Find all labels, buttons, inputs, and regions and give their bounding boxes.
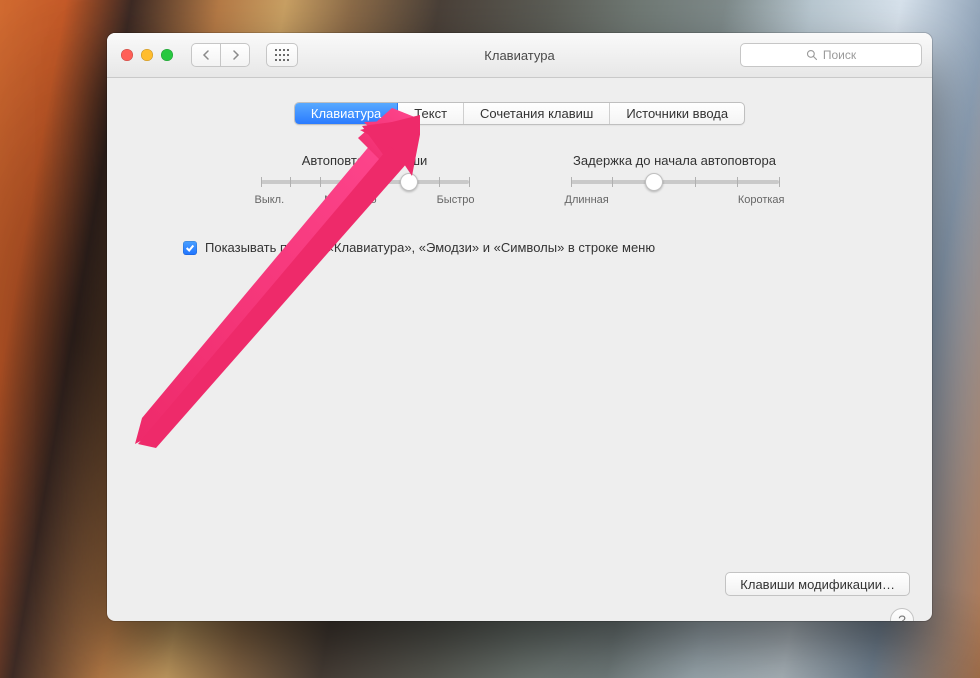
key-repeat-mid: Медленно [324,194,376,206]
slider-knob[interactable] [645,173,663,191]
help-icon: ? [898,612,906,621]
titlebar: Клавиатура Поиск [107,33,932,78]
tab-text[interactable]: Текст [398,103,464,124]
tab-keyboard[interactable]: Клавиатура [295,103,398,124]
key-repeat-slider[interactable] [261,180,469,184]
nav-buttons [191,43,250,67]
chevron-right-icon [231,50,240,60]
search-icon [806,49,818,61]
window-content: Клавиатура Текст Сочетания клавиш Источн… [107,102,932,621]
key-repeat-min: Выкл. [255,194,285,206]
chevron-left-icon [202,50,211,60]
search-input[interactable]: Поиск [740,43,922,67]
slider-knob[interactable] [400,173,418,191]
modifier-keys-button[interactable]: Клавиши модификации… [725,572,910,596]
forward-button[interactable] [220,43,250,67]
tab-bar: Клавиатура Текст Сочетания клавиш Источн… [107,102,932,125]
show-panels-label: Показывать панели «Клавиатура», «Эмодзи»… [205,240,655,255]
zoom-icon[interactable] [161,49,173,61]
sliders-row: Автоповтор клавиши Выкл. Медленно Быстро… [107,153,932,206]
key-repeat-label: Автоповтор клавиши [255,153,475,168]
desktop-wallpaper: Клавиатура Поиск Клавиатура Текст Сочета… [0,0,980,678]
tab-shortcuts[interactable]: Сочетания клавиш [464,103,610,124]
preferences-window: Клавиатура Поиск Клавиатура Текст Сочета… [107,33,932,621]
delay-slider[interactable] [571,180,779,184]
search-placeholder: Поиск [823,48,856,62]
delay-label: Задержка до начала автоповтора [565,153,785,168]
tab-input-sources[interactable]: Источники ввода [610,103,744,124]
checkmark-icon [185,243,195,253]
show-panels-row: Показывать панели «Клавиатура», «Эмодзи»… [183,240,932,255]
delay-min: Длинная [565,194,609,206]
delay-group: Задержка до начала автоповтора Длинная К… [565,153,785,206]
back-button[interactable] [191,43,220,67]
key-repeat-max: Быстро [437,194,475,206]
key-repeat-group: Автоповтор клавиши Выкл. Медленно Быстро [255,153,475,206]
delay-max: Короткая [738,194,785,206]
grid-icon [275,49,289,61]
close-icon[interactable] [121,49,133,61]
show-all-button[interactable] [266,43,298,67]
minimize-icon[interactable] [141,49,153,61]
window-controls [121,49,173,61]
show-panels-checkbox[interactable] [183,241,197,255]
help-button[interactable]: ? [890,608,914,621]
